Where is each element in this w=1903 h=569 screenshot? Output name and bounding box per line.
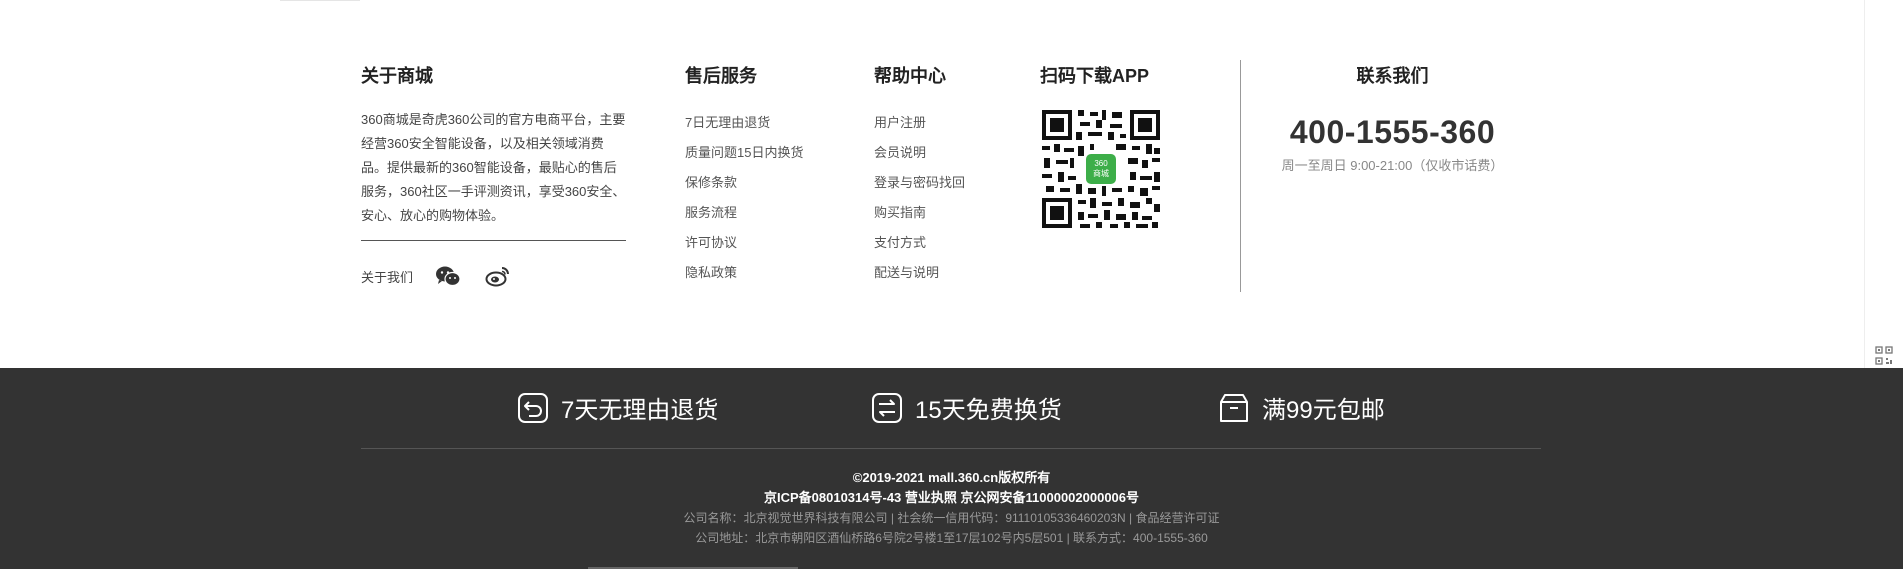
service-promises: 7天无理由退货 15天免费换货 满99元包邮 bbox=[0, 390, 1903, 430]
qr-code-icon[interactable] bbox=[1875, 346, 1893, 366]
contact-phone: 400-1555-360 bbox=[1289, 114, 1496, 150]
help-link-buying-guide[interactable]: 购买指南 bbox=[874, 198, 965, 228]
help-link-delivery[interactable]: 配送与说明 bbox=[874, 258, 965, 288]
app-download-column: 扫码下载APP 360 商城 bbox=[1040, 64, 1162, 230]
help-link-register[interactable]: 用户注册 bbox=[874, 108, 965, 138]
after-sale-links: 7日无理由退货 质量问题15日内换货 保修条款 服务流程 许可协议 隐私政策 bbox=[685, 108, 803, 288]
help-column: 帮助中心 用户注册 会员说明 登录与密码找回 购买指南 支付方式 配送与说明 bbox=[874, 64, 965, 288]
about-column: 关于商城 360商城是奇虎360公司的官方电商平台，主要经营360安全智能设备，… bbox=[361, 64, 626, 289]
help-links: 用户注册 会员说明 登录与密码找回 购买指南 支付方式 配送与说明 bbox=[874, 108, 965, 288]
about-description: 360商城是奇虎360公司的官方电商平台，主要经营360安全智能设备，以及相关领… bbox=[361, 112, 626, 223]
help-link-login[interactable]: 登录与密码找回 bbox=[874, 168, 965, 198]
promise-exchange-label: 15天免费换货 bbox=[915, 397, 1062, 424]
footer-info-section: 关于商城 360商城是奇虎360公司的官方电商平台，主要经营360安全智能设备，… bbox=[0, 0, 1903, 368]
app-qr-code: 360 商城 bbox=[1040, 108, 1162, 230]
about-title: 关于商城 bbox=[361, 66, 433, 86]
after-sale-title: 售后服务 bbox=[685, 66, 757, 86]
after-sale-link-process[interactable]: 服务流程 bbox=[685, 198, 803, 228]
help-link-membership[interactable]: 会员说明 bbox=[874, 138, 965, 168]
about-social-row: 关于我们 bbox=[361, 263, 626, 289]
after-sale-column: 售后服务 7日无理由退货 质量问题15日内换货 保修条款 服务流程 许可协议 隐… bbox=[685, 64, 803, 288]
promise-return: 7天无理由退货 bbox=[517, 390, 718, 425]
after-sale-link-privacy[interactable]: 隐私政策 bbox=[685, 258, 803, 288]
qr-badge-top: 360 bbox=[1094, 159, 1108, 168]
promise-exchange: 15天免费换货 bbox=[871, 390, 1062, 425]
company-info-text: 公司名称：北京视觉世界科技有限公司 | 社会统一信用代码：91110105336… bbox=[683, 511, 1220, 525]
company-address-text: 公司地址：北京市朝阳区酒仙桥路6号院2号楼1至17层102号内5层501 | 联… bbox=[695, 531, 1208, 545]
after-sale-link-warranty[interactable]: 保修条款 bbox=[685, 168, 803, 198]
after-sale-link-exchange[interactable]: 质量问题15日内换货 bbox=[685, 138, 803, 168]
wechat-icon[interactable] bbox=[435, 263, 461, 289]
footer-divider bbox=[361, 448, 1541, 449]
box-icon bbox=[1218, 392, 1250, 424]
help-title: 帮助中心 bbox=[874, 66, 946, 86]
exchange-icon bbox=[871, 392, 903, 424]
after-sale-link-license[interactable]: 许可协议 bbox=[685, 228, 803, 258]
contact-title: 联系我们 bbox=[1356, 66, 1429, 86]
about-divider bbox=[361, 240, 626, 241]
footer-dark-section: 7天无理由退货 15天免费换货 满99元包邮 ©2019-2021 mall.3… bbox=[0, 368, 1903, 569]
icp-license-text[interactable]: 京ICP备08010314号-43 营业执照 京公网安备110000020000… bbox=[0, 488, 1903, 508]
weibo-icon[interactable] bbox=[485, 263, 511, 289]
promise-shipping: 满99元包邮 bbox=[1218, 390, 1385, 425]
contact-column: 联系我们 400-1555-360 周一至周日 9:00-21:00（仅收市话费… bbox=[1240, 64, 1545, 174]
after-sale-link-return[interactable]: 7日无理由退货 bbox=[685, 108, 803, 138]
legal-info: ©2019-2021 mall.360.cn版权所有 京ICP备08010314… bbox=[0, 468, 1903, 548]
qr-badge-bottom: 商城 bbox=[1093, 169, 1109, 178]
promise-shipping-label: 满99元包邮 bbox=[1262, 397, 1385, 424]
help-link-payment[interactable]: 支付方式 bbox=[874, 228, 965, 258]
about-us-link[interactable]: 关于我们 bbox=[361, 267, 413, 286]
app-download-title: 扫码下载APP bbox=[1040, 66, 1150, 86]
contact-hours: 周一至周日 9:00-21:00（仅收市话费） bbox=[1281, 158, 1504, 173]
copyright-text: ©2019-2021 mall.360.cn版权所有 bbox=[852, 470, 1051, 485]
promise-return-label: 7天无理由退货 bbox=[561, 397, 719, 424]
qr-center-badge: 360 商城 bbox=[1086, 154, 1116, 184]
return-icon bbox=[517, 392, 549, 424]
